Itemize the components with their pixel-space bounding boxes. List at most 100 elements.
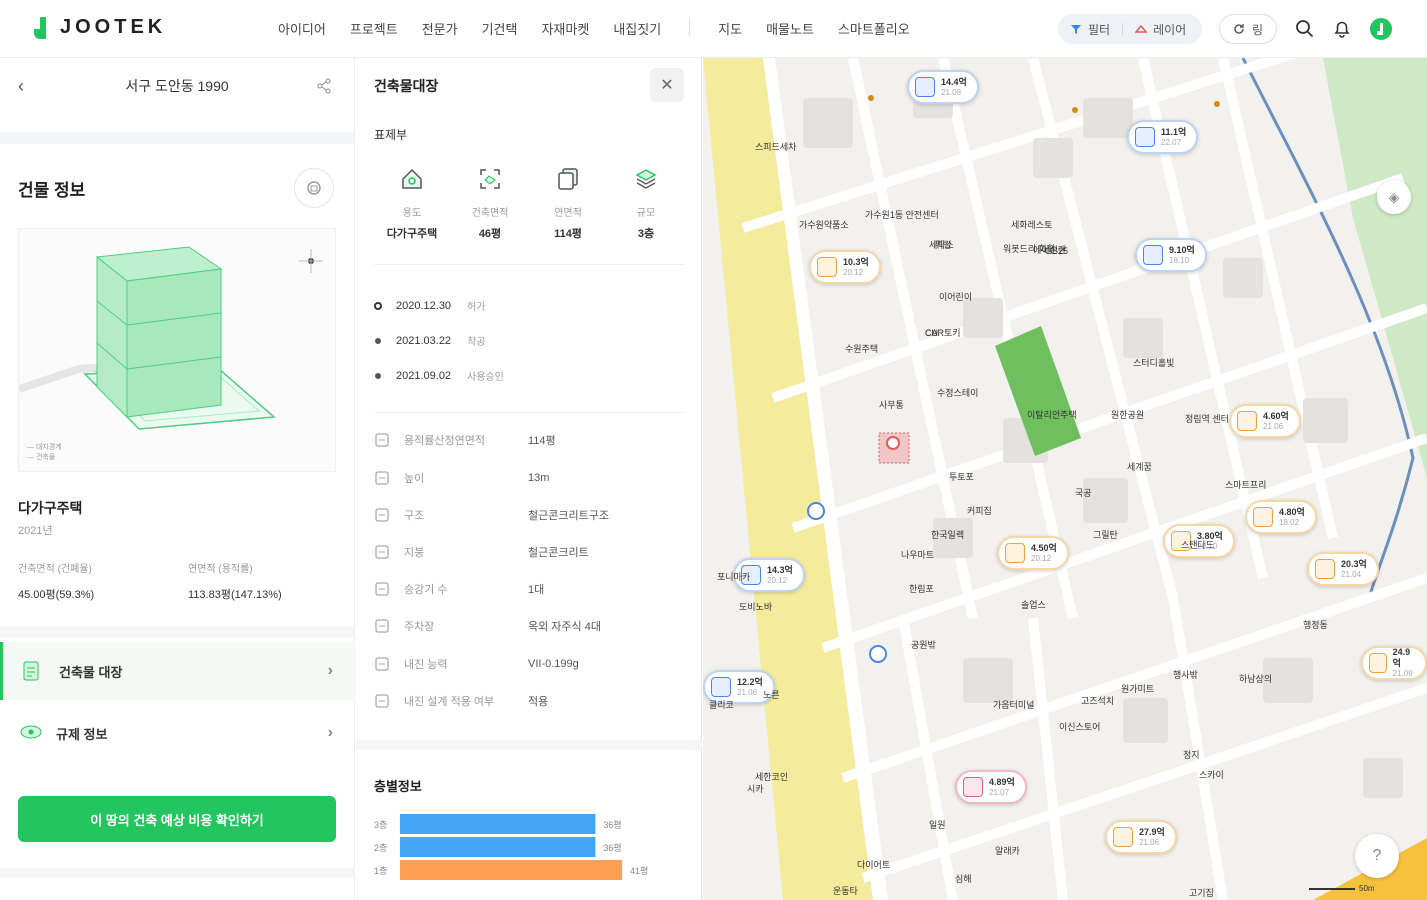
nav-divider [689, 19, 691, 35]
nav-item-builder[interactable]: 기건택 [482, 19, 518, 38]
nav-item-map[interactable]: 지도 [718, 19, 742, 38]
nav-item-project[interactable]: 프로젝트 [350, 19, 398, 38]
share-icon[interactable] [316, 78, 332, 94]
menu-regulation-info[interactable]: 규제 정보 › [0, 704, 355, 762]
camera-button[interactable] [294, 168, 334, 208]
map-place-label[interactable]: 원한공원 [1111, 408, 1144, 421]
map-place-label[interactable]: 행정동 [1303, 618, 1328, 631]
map-place-label[interactable]: 심해 [955, 872, 972, 885]
nav-item-smartfolio[interactable]: 스마트폴리오 [838, 19, 910, 38]
map-place-label[interactable]: 이어린이 [939, 290, 972, 303]
price-marker[interactable]: 20.3억 21.04 [1307, 552, 1379, 586]
price-marker[interactable]: 4.80억 18.02 [1245, 500, 1317, 534]
map-place-label[interactable]: 공원밖 [911, 638, 936, 651]
price-marker[interactable]: 24.9억 21.09 [1361, 646, 1427, 680]
price-marker[interactable]: 4.50억 20.12 [997, 536, 1069, 570]
refresh-button[interactable]: 링 [1219, 14, 1277, 44]
search-icon[interactable] [1294, 18, 1316, 40]
map-place-label[interactable]: 한국일렉 [931, 528, 964, 541]
panel-title: 건축물대장 [374, 78, 439, 94]
nav-item-expert[interactable]: 전문가 [422, 19, 458, 38]
detail-row-7: 내진 설계 적용 여부 적용 [374, 693, 684, 709]
price-marker[interactable]: 9.10억 18.10 [1135, 238, 1207, 272]
filter-button[interactable]: 필터 [1088, 21, 1110, 38]
kpi-label: 건축면적 [471, 208, 509, 219]
logo-text: JOOTEK [60, 16, 167, 38]
map-place-label[interactable]: 이탈리안주택 [1027, 408, 1077, 421]
map-place-label[interactable]: 정지 [1183, 748, 1200, 761]
map-place-label[interactable]: 수정스테이 [937, 386, 978, 399]
map-place-label[interactable]: GS25 [1045, 246, 1068, 256]
building-marker-icon [963, 777, 983, 797]
detail-key: 높이 [404, 473, 425, 485]
map-place-label[interactable]: 클리코 [709, 698, 734, 711]
map-place-label[interactable]: 가음터미널 [993, 698, 1034, 711]
map-place-label[interactable]: 일원 [929, 818, 946, 831]
edit-icon [375, 694, 389, 708]
menu-building-register[interactable]: 건축물 대장 › [0, 642, 355, 700]
map-place-label[interactable]: CAR토키 [925, 326, 961, 339]
jootek-logo[interactable]: JOOTEK [34, 16, 166, 39]
estimate-cost-button[interactable]: 이 땅의 건축 예상 비용 확인하기 [18, 796, 336, 842]
price-marker[interactable]: 14.4억 21.08 [907, 70, 979, 104]
map-place-label[interactable]: 고즈석치 [1081, 694, 1114, 707]
map-place-label[interactable]: 스탠다드 [1181, 538, 1214, 551]
map-place-label[interactable]: 원가미트 [1121, 682, 1154, 695]
map-place-label[interactable]: 세계꿈 [1127, 460, 1152, 473]
map-place-label[interactable]: 스마트프리 [1225, 478, 1266, 491]
map-place-label[interactable]: 사무통 [879, 398, 904, 411]
map-place-label[interactable]: 가수원1동 안전센터 [865, 208, 939, 221]
price-marker[interactable]: 27.9억 21.06 [1105, 820, 1177, 854]
scale-label: 50m [1359, 884, 1375, 893]
stat-value-floor-area: 113.83평(147.13%) [188, 589, 282, 601]
main-nav: 아이디어 프로젝트 전문가 기건택 자재마켓 내집짓기 지도 매물노트 스마트폴… [278, 19, 910, 38]
profile-avatar[interactable] [1370, 18, 1392, 40]
map-place-label[interactable]: 하남상의 [1239, 672, 1272, 685]
map-place-label[interactable]: 알래카 [995, 844, 1020, 857]
map-place-label[interactable]: 국공 [1075, 486, 1092, 499]
map-view[interactable]: 14.4억 21.08 11.1억 22.07 9.10억 18.10 10.3억 20.12… [703, 58, 1427, 900]
map-place-label[interactable]: 다이어트 [857, 858, 890, 871]
map-place-label[interactable]: 스카이 [1199, 768, 1224, 781]
nav-item-notes[interactable]: 매물노트 [766, 19, 814, 38]
building-marker-icon [1253, 507, 1273, 527]
my-location-button[interactable]: ◈ [1377, 180, 1411, 214]
timeline-status: 허가 [467, 302, 486, 313]
close-button[interactable]: ✕ [650, 68, 684, 102]
map-place-label[interactable]: 그릴탄 [1093, 528, 1118, 541]
price-marker[interactable]: 11.1억 22.07 [1127, 120, 1199, 154]
map-place-label[interactable]: 가수원약품소 [799, 218, 849, 231]
trade-date: 21.09 [1392, 669, 1413, 678]
map-place-label[interactable]: 시카 [747, 782, 764, 795]
map-place-label[interactable]: 스터디홀빛 [1133, 356, 1174, 369]
price-value: 14.4억 [941, 76, 967, 87]
map-place-label[interactable]: 노른 [763, 688, 780, 701]
nav-item-idea[interactable]: 아이디어 [278, 19, 326, 38]
map-place-label[interactable]: 커피집 [967, 504, 992, 517]
map-place-label[interactable]: 세화레스토 [1011, 218, 1052, 231]
map-place-label[interactable]: 투토포 [949, 470, 974, 483]
map-place-label[interactable]: 도비노바 [739, 600, 772, 613]
nav-item-build-house[interactable]: 내집짓기 [613, 19, 661, 38]
price-marker[interactable]: 10.3억 20.12 [809, 250, 881, 284]
price-marker[interactable]: 4.89억 21.07 [955, 770, 1027, 804]
building-3d-viewer[interactable]: — 대지경계 — 건축물 [17, 228, 336, 472]
map-place-label[interactable]: 포니마카 [717, 570, 750, 583]
map-place-label[interactable]: 워킹 [935, 238, 952, 251]
map-place-label[interactable]: 행사밖 [1173, 668, 1198, 681]
map-place-label[interactable]: 정림역 센터 [1185, 412, 1229, 425]
nav-item-market[interactable]: 자재마켓 [541, 19, 589, 38]
map-place-label[interactable]: 나우마트 [901, 548, 934, 561]
map-place-label[interactable]: 이신스토어 [1059, 720, 1100, 733]
bell-icon[interactable] [1331, 18, 1353, 40]
back-arrow-icon[interactable]: ‹ [18, 76, 24, 97]
map-place-label[interactable]: 솔업스 [1021, 598, 1046, 611]
help-button[interactable]: ? [1355, 834, 1399, 878]
price-marker[interactable]: 4.60억 21.06 [1229, 404, 1301, 438]
map-place-label[interactable]: 수원주택 [845, 342, 878, 355]
map-place-label[interactable]: 운동타 [833, 884, 858, 897]
layer-button[interactable]: 레이어 [1153, 21, 1186, 38]
map-place-label[interactable]: 스피드세차 [755, 140, 796, 153]
map-place-label[interactable]: 한림포 [909, 582, 934, 595]
map-place-label[interactable]: 고기집 [1189, 886, 1214, 899]
